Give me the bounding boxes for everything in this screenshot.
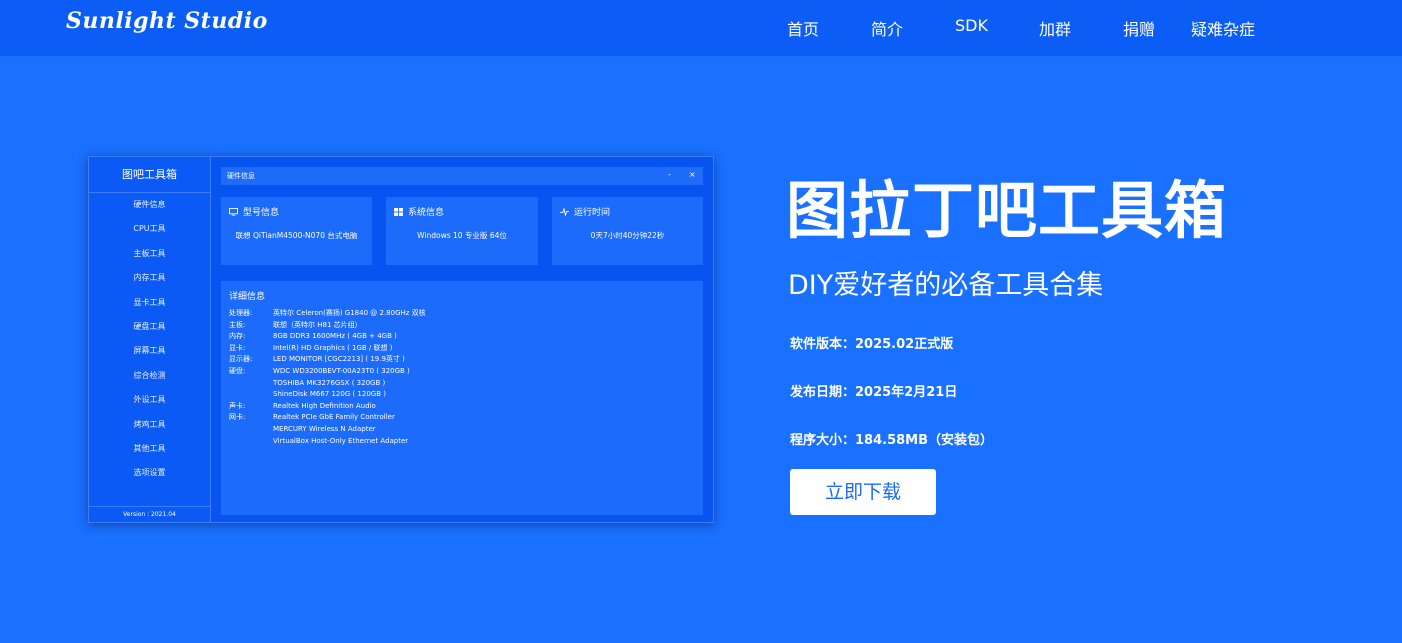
detail-row: VirtualBox Host-Only Ethernet Adapter — [229, 436, 699, 448]
app-window-titlebar: 硬件信息 - × — [221, 167, 703, 185]
hero-title: 图拉丁吧工具箱 — [786, 174, 1228, 247]
site-logo[interactable]: Sunlight Studio — [66, 8, 268, 34]
app-sidebar-item: 显卡工具 — [133, 297, 166, 307]
uptime-value: 0天7小时40分钟22秒 — [590, 231, 665, 240]
nav-donate[interactable]: 捐赠 — [1123, 16, 1155, 40]
app-sidebar-item: 主板工具 — [133, 248, 166, 258]
app-sidebar-item: CPU工具 — [133, 224, 166, 234]
detail-row-value: WDC WD3200BEVT-00A23T0 ( 320GB ) — [273, 366, 410, 375]
model-info-card: 型号信息 联想 QiTianM4500-N070 台式电脑 — [221, 197, 372, 265]
detail-row-key: 硬盘: — [229, 366, 246, 375]
detail-row-key — [229, 378, 273, 390]
monitor-icon — [229, 207, 238, 216]
app-window-title: 硬件信息 — [227, 172, 255, 180]
app-sidebar-item: 其他工具 — [133, 443, 166, 453]
detail-info-title: 详细信息 — [229, 292, 266, 302]
hero-subtitle: DIY爱好者的必备工具合集 — [788, 270, 1104, 301]
program-size: 程序大小：184.58MB（安装包） — [790, 433, 994, 448]
detail-row: 内存: 8GB DDR3 1600MHz ( 4GB + 4GB ) — [229, 331, 699, 343]
system-info-value: Windows 10 专业版 64位 — [417, 231, 507, 240]
detail-row-key: 内存: — [229, 332, 246, 341]
system-info-card: 系统信息 Windows 10 专业版 64位 — [386, 197, 538, 265]
detail-row-value: Realtek PCIe GbE Family Controller — [273, 413, 395, 422]
app-sidebar-item: 选项设置 — [133, 468, 166, 478]
nav-sdk[interactable]: SDK — [955, 16, 988, 35]
detail-row-value: Intel(R) HD Graphics ( 1GB / 联想 ) — [273, 343, 393, 352]
app-sidebar-item: 硬件信息 — [133, 200, 166, 209]
detail-row-key: 网卡: — [229, 413, 246, 422]
app-sidebar-title: 图吧工具箱 — [89, 157, 210, 193]
nav-join-group[interactable]: 加群 — [1039, 16, 1071, 40]
nav-home[interactable]: 首页 — [787, 16, 819, 40]
detail-row-value: LED MONITOR [CGC2213] ( 19.9英寸 ) — [273, 355, 405, 364]
app-sidebar-item: 综合检测 — [133, 370, 166, 380]
detail-row-value: 8GB DDR3 1600MHz ( 4GB + 4GB ) — [273, 332, 397, 341]
software-version: 软件版本：2025.02正式版 — [790, 337, 954, 352]
detail-row: 网卡: Realtek PCIe GbE Family Controller — [229, 412, 699, 424]
uptime-card: 运行时间 0天7小时40分钟22秒 — [552, 197, 703, 265]
detail-row-value: TOSHIBA MK3276GSX ( 320GB ) — [273, 378, 386, 387]
download-button[interactable]: 立即下载 — [790, 469, 936, 515]
nav-intro[interactable]: 简介 — [871, 16, 903, 40]
model-info-title: 型号信息 — [243, 208, 280, 218]
model-info-value: 联想 QiTianM4500-N070 台式电脑 — [235, 231, 358, 240]
system-info-title: 系统信息 — [408, 208, 445, 218]
minimize-icon: - — [668, 170, 671, 179]
app-sidebar-item: 硬盘工具 — [133, 321, 166, 331]
uptime-title: 运行时间 — [574, 208, 611, 218]
header-bar: Sunlight Studio 首页 简介 SDK 加群 捐赠 疑难杂症 — [0, 0, 1402, 56]
detail-row-value: ShineDisk M667 120G ( 120GB ) — [273, 390, 386, 399]
detail-row-key: 主板: — [229, 320, 246, 329]
detail-row-value: 英特尔 Celeron(赛扬) G1840 @ 2.80GHz 双核 — [273, 309, 426, 317]
detail-info-panel: 详细信息 处理器: 英特尔 Celeron(赛扬) G1840 @ 2.80GHz… — [221, 281, 703, 515]
app-preview: 图吧工具箱 硬件信息 CPU工具主板工具内存工具显卡工具硬盘工具屏幕工具综合检测外… — [88, 156, 714, 523]
detail-row-value: VirtualBox Host-Only Ethernet Adapter — [273, 436, 409, 445]
detail-row-key — [229, 389, 273, 401]
detail-row: 处理器: 英特尔 Celeron(赛扬) G1840 @ 2.80GHz 双核 — [229, 308, 699, 320]
app-sidebar-item: 内存工具 — [133, 273, 166, 283]
detail-row: TOSHIBA MK3276GSX ( 320GB ) — [229, 378, 699, 390]
windows-icon — [394, 207, 403, 216]
detail-info-list: 处理器: 英特尔 Celeron(赛扬) G1840 @ 2.80GHz 双核主板… — [229, 308, 699, 447]
detail-row: MERCURY Wireless N Adapter — [229, 424, 699, 436]
nav-faq[interactable]: 疑难杂症 — [1191, 16, 1255, 40]
app-version: Version : 2021.04 — [89, 506, 210, 522]
detail-row: 声卡: Realtek High Definition Audio — [229, 401, 699, 413]
detail-row-value: Realtek High Definition Audio — [273, 401, 376, 410]
detail-row: 显示器: LED MONITOR [CGC2213] ( 19.9英寸 ) — [229, 354, 699, 366]
detail-row: 显卡: Intel(R) HD Graphics ( 1GB / 联想 ) — [229, 343, 699, 355]
detail-row-key — [229, 424, 273, 436]
pulse-icon — [560, 207, 569, 216]
detail-row-key: 处理器: — [229, 309, 253, 317]
app-sidebar-item: 外设工具 — [133, 395, 166, 405]
detail-row-key: 显卡: — [229, 343, 246, 352]
detail-row: ShineDisk M667 120G ( 120GB ) — [229, 389, 699, 401]
detail-row: 主板: 联想（英特尔 H81 芯片组） — [229, 320, 699, 332]
app-sidebar-item: 屏幕工具 — [133, 346, 166, 356]
app-sidebar-item: 烤鸡工具 — [133, 419, 166, 429]
release-date: 发布日期：2025年2月21日 — [790, 385, 958, 400]
detail-row: 硬盘: WDC WD3200BEVT-00A23T0 ( 320GB ) — [229, 366, 699, 378]
detail-row-key — [229, 436, 273, 448]
detail-row-value: MERCURY Wireless N Adapter — [273, 424, 376, 433]
detail-row-key: 显示器: — [229, 355, 253, 364]
close-icon: × — [689, 170, 696, 179]
detail-row-value: 联想（英特尔 H81 芯片组） — [273, 320, 362, 329]
detail-row-key: 声卡: — [229, 401, 246, 410]
app-sidebar: 图吧工具箱 硬件信息 CPU工具主板工具内存工具显卡工具硬盘工具屏幕工具综合检测外… — [89, 157, 211, 522]
app-sidebar-list: 硬件信息 CPU工具主板工具内存工具显卡工具硬盘工具屏幕工具综合检测外设工具烤鸡工… — [89, 193, 210, 486]
